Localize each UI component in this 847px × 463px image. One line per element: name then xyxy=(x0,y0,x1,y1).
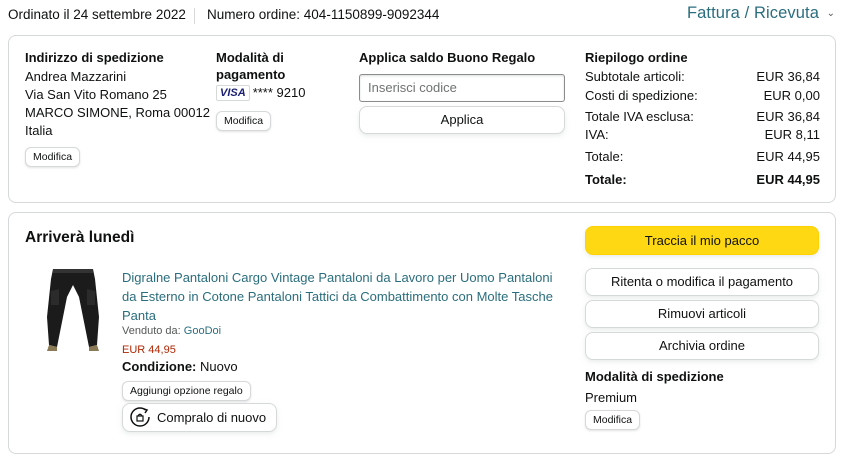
payment-title: pagamento xyxy=(216,67,286,82)
gift-option-button[interactable]: Aggiungi opzione regalo xyxy=(122,381,251,401)
summary-label: Costi di spedizione: xyxy=(585,88,698,103)
visa-icon: VISA xyxy=(216,85,250,101)
seller-link[interactable]: GooDoi xyxy=(184,325,221,337)
summary-value: EUR 36,84 xyxy=(756,69,820,84)
order-details-box: Indirizzo di spedizione Andrea Mazzarini… xyxy=(8,35,836,203)
buy-again-label: Compralo di nuovo xyxy=(157,410,267,425)
buy-again-button[interactable]: Compralo di nuovo xyxy=(122,403,278,432)
shipping-method-value: Premium xyxy=(585,390,638,405)
summary-title: Riepilogo ordine xyxy=(585,50,688,65)
product-image[interactable] xyxy=(45,267,101,351)
apply-gift-button[interactable]: Applica xyxy=(359,106,565,134)
shipping-address-title: Indirizzo di spedizione xyxy=(25,50,164,65)
card-number: **** 9210 xyxy=(252,85,306,100)
retry-payment-button[interactable]: Ritenta o modifica il pagamento xyxy=(585,268,819,296)
summary-row: IVA: EUR 8,11 xyxy=(585,127,820,145)
summary-label: Totale: xyxy=(585,172,627,187)
gift-card-title: Applica saldo Buono Regalo xyxy=(359,50,536,65)
summary-label: Totale: xyxy=(585,149,624,164)
edit-address-button[interactable]: Modifica xyxy=(25,147,81,167)
product-title-link[interactable]: Digralne Pantaloni Cargo Vintage Pantalo… xyxy=(122,268,562,325)
item-condition: Condizione: Nuovo xyxy=(122,359,238,374)
address-line: Via San Vito Romano 25 xyxy=(25,87,167,102)
delivery-heading: Arriverà lunedì xyxy=(25,229,135,246)
invoice-link[interactable]: Fattura / Ricevuta xyxy=(687,4,819,23)
summary-value: EUR 36,84 xyxy=(756,109,820,124)
address-line: MARCO SIMONE, Roma 00012 xyxy=(25,105,210,120)
summary-row: Subtotale articoli: EUR 36,84 xyxy=(585,69,820,87)
summary-label: IVA: xyxy=(585,127,609,142)
header-divider xyxy=(194,8,195,24)
condition-value: Nuovo xyxy=(200,359,238,374)
gift-code-input[interactable]: Inserisci codice xyxy=(359,74,565,102)
edit-payment-button[interactable]: Modifica xyxy=(216,111,272,131)
summary-value: EUR 44,95 xyxy=(756,172,820,187)
payment-title: Modalità di xyxy=(216,50,284,65)
order-date: Ordinato il 24 settembre 2022 xyxy=(8,7,186,22)
payment-section: Modalità di pagamento VISA **** 9210 xyxy=(216,50,305,102)
address-line: Italia xyxy=(25,123,53,138)
summary-row: Totale IVA esclusa: EUR 36,84 xyxy=(585,109,820,127)
summary-value: EUR 8,11 xyxy=(764,127,820,142)
remove-items-button[interactable]: Rimuovi articoli xyxy=(585,300,819,328)
summary-row: Costi di spedizione: EUR 0,00 xyxy=(585,88,820,106)
item-price: EUR 44,95 xyxy=(122,344,176,356)
shipment-box: Arriverà lunedì Digralne Pantaloni Cargo… xyxy=(8,212,836,454)
payment-card: VISA **** 9210 xyxy=(216,84,305,102)
summary-value: EUR 44,95 xyxy=(756,149,820,164)
shipping-address-section: Indirizzo di spedizione Andrea Mazzarini… xyxy=(25,50,210,140)
summary-label: Subtotale articoli: xyxy=(585,69,685,84)
sold-by-label: Venduto da: xyxy=(122,325,181,337)
address-line: Andrea Mazzarini xyxy=(25,69,127,84)
summary-total-row: Totale: EUR 44,95 xyxy=(585,172,820,190)
summary-row: Totale: EUR 44,95 xyxy=(585,149,820,167)
order-header: Ordinato il 24 settembre 2022 Numero ord… xyxy=(0,0,847,30)
shipping-method-title: Modalità di spedizione xyxy=(585,369,724,384)
edit-shipping-method-button[interactable]: Modifica xyxy=(585,410,641,430)
summary-value: EUR 0,00 xyxy=(763,88,820,103)
reorder-icon xyxy=(130,407,150,427)
chevron-down-icon[interactable]: ⌄ xyxy=(827,8,835,19)
summary-label: Totale IVA esclusa: xyxy=(585,109,694,124)
condition-label: Condizione: xyxy=(122,359,197,374)
archive-order-button[interactable]: Archivia ordine xyxy=(585,332,819,360)
track-package-button[interactable]: Traccia il mio pacco xyxy=(585,226,819,255)
order-number: Numero ordine: 404-1150899-9092344 xyxy=(207,7,440,22)
sold-by: Venduto da: GooDoi xyxy=(122,325,221,337)
